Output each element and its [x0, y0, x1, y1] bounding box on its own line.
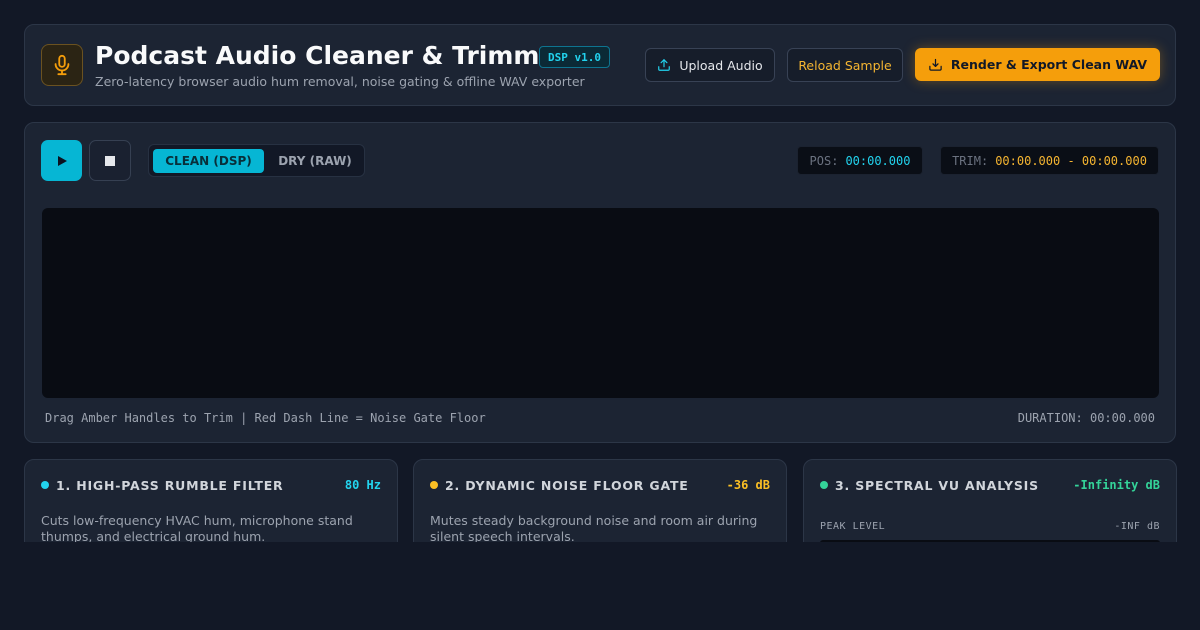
vu-analysis-card: 3. SPECTRAL VU ANALYSIS -Infinity dB PEA…	[803, 459, 1177, 542]
peak-level-value: -INF dB	[1114, 521, 1160, 532]
noise-gate-card: 2. DYNAMIC NOISE FLOOR GATE -36 dB Mutes…	[413, 459, 787, 542]
highpass-filter-card: 1. HIGH-PASS RUMBLE FILTER 80 Hz Cuts lo…	[24, 459, 398, 542]
gate-value: -36 dB	[726, 478, 770, 492]
cards-viewport: 1. HIGH-PASS RUMBLE FILTER 80 Hz Cuts lo…	[0, 0, 1200, 542]
highpass-value: 80 Hz	[344, 478, 381, 492]
status-dot-icon	[41, 481, 49, 489]
status-dot-icon	[430, 481, 438, 489]
card-title: 1. HIGH-PASS RUMBLE FILTER	[56, 477, 284, 493]
card-description: Cuts low-frequency HVAC hum, microphone …	[41, 513, 353, 542]
peak-level-label: PEAK LEVEL	[820, 521, 886, 532]
peak-level-meter	[820, 540, 1160, 542]
card-title: 2. DYNAMIC NOISE FLOOR GATE	[445, 477, 689, 493]
vu-value: -Infinity dB	[1073, 478, 1160, 492]
status-dot-icon	[820, 481, 828, 489]
card-description: Mutes steady background noise and room a…	[430, 513, 758, 542]
card-title: 3. SPECTRAL VU ANALYSIS	[835, 477, 1039, 493]
